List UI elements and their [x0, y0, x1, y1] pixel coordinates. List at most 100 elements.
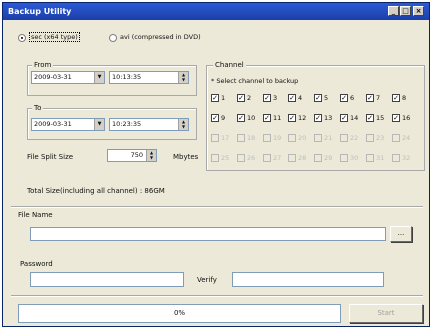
- channel-23-checkbox: [366, 134, 374, 142]
- spin-updown-icon[interactable]: ▲ ▼: [146, 150, 156, 161]
- channel-32-label: 32: [402, 154, 411, 162]
- browse-button[interactable]: ...: [390, 226, 412, 242]
- channel-9-checkbox[interactable]: ✓: [211, 114, 219, 122]
- start-button-label: Start: [377, 309, 395, 317]
- channel-15-checkbox[interactable]: ✓: [366, 114, 374, 122]
- channel-19-label: 19: [273, 134, 282, 142]
- channel-22-label: 22: [350, 134, 359, 142]
- channel-3-label: 3: [273, 94, 278, 102]
- channel-25-label: 25: [221, 154, 230, 162]
- from-time-field[interactable]: 10:13:35 ▲ ▼: [109, 71, 189, 84]
- file-split-size-field[interactable]: 750 ▲ ▼: [107, 149, 157, 162]
- channel-26-label: 26: [247, 154, 256, 162]
- chevron-down-icon[interactable]: ▼: [94, 119, 104, 130]
- channel-30-checkbox: [340, 154, 348, 162]
- verify-input[interactable]: [232, 272, 384, 287]
- channel-hint: * Select channel to backup: [211, 77, 299, 85]
- browse-button-label: ...: [397, 229, 405, 237]
- channel-18-checkbox: [237, 134, 245, 142]
- channel-27-label: 27: [273, 154, 282, 162]
- channel-10-checkbox[interactable]: ✓: [237, 114, 245, 122]
- channel-17-label: 17: [221, 134, 230, 142]
- channel-16-label: 16: [402, 114, 411, 122]
- to-date-picker[interactable]: 2009-03-31 ▼: [31, 118, 105, 131]
- backup-utility-window: Backup Utility _ □ × sec (x64 type) avi …: [2, 2, 430, 327]
- separator: [11, 295, 423, 297]
- channel-4-label: 4: [298, 94, 303, 102]
- channel-29-label: 29: [324, 154, 333, 162]
- channel-21-label: 21: [324, 134, 333, 142]
- password-label: Password: [20, 260, 53, 268]
- format-avi-radio[interactable]: [109, 34, 117, 42]
- channel-8-checkbox[interactable]: ✓: [392, 94, 400, 102]
- to-time-value: 10:23:35: [112, 120, 142, 128]
- channel-12-checkbox[interactable]: ✓: [288, 114, 296, 122]
- channel-18-label: 18: [247, 134, 256, 142]
- channel-10-label: 10: [247, 114, 256, 122]
- channel-32-checkbox: [392, 154, 400, 162]
- to-label: To: [32, 104, 44, 112]
- channel-15-label: 15: [376, 114, 385, 122]
- maximize-button[interactable]: □: [400, 6, 411, 16]
- channel-3-checkbox[interactable]: ✓: [263, 94, 271, 102]
- verify-label: Verify: [197, 276, 217, 284]
- spin-updown-icon[interactable]: ▲ ▼: [178, 119, 188, 130]
- password-input[interactable]: [30, 272, 184, 287]
- from-date-value: 2009-03-31: [34, 73, 72, 81]
- channel-12-label: 12: [298, 114, 307, 122]
- total-size-text: Total Size(including all channel) : 86GM: [27, 187, 165, 195]
- channel-19-checkbox: [263, 134, 271, 142]
- file-split-size-unit: Mbytes: [173, 153, 199, 161]
- to-date-value: 2009-03-31: [34, 120, 72, 128]
- from-date-picker[interactable]: 2009-03-31 ▼: [31, 71, 105, 84]
- channel-25-checkbox: [211, 154, 219, 162]
- window-title: Backup Utility: [8, 7, 72, 16]
- format-sec-radio[interactable]: [18, 34, 26, 42]
- channel-20-label: 20: [298, 134, 307, 142]
- channel-11-label: 11: [273, 114, 282, 122]
- channel-6-label: 6: [350, 94, 355, 102]
- channel-17-checkbox: [211, 134, 219, 142]
- channel-24-checkbox: [392, 134, 400, 142]
- format-sec-label: sec (x64 type): [29, 32, 80, 42]
- channel-title: Channel: [213, 61, 246, 69]
- channel-1-label: 1: [221, 94, 226, 102]
- channel-2-label: 2: [247, 94, 252, 102]
- channel-31-label: 31: [376, 154, 385, 162]
- progress-bar: 0%: [18, 304, 341, 323]
- channel-6-checkbox[interactable]: ✓: [340, 94, 348, 102]
- channel-21-checkbox: [314, 134, 322, 142]
- channel-14-checkbox[interactable]: ✓: [340, 114, 348, 122]
- channel-7-checkbox[interactable]: ✓: [366, 94, 374, 102]
- spin-updown-icon[interactable]: ▲ ▼: [178, 72, 188, 83]
- channel-13-checkbox[interactable]: ✓: [314, 114, 322, 122]
- channel-5-checkbox[interactable]: ✓: [314, 94, 322, 102]
- channel-5-label: 5: [324, 94, 329, 102]
- channel-29-checkbox: [314, 154, 322, 162]
- to-time-field[interactable]: 10:23:35 ▲ ▼: [109, 118, 189, 131]
- channel-31-checkbox: [366, 154, 374, 162]
- channel-26-checkbox: [237, 154, 245, 162]
- separator: [11, 206, 423, 208]
- channel-1-checkbox[interactable]: ✓: [211, 94, 219, 102]
- channel-28-label: 28: [298, 154, 307, 162]
- channel-9-label: 9: [221, 114, 226, 122]
- channel-8-label: 8: [402, 94, 407, 102]
- minimize-button[interactable]: _: [388, 6, 399, 16]
- channel-23-label: 23: [376, 134, 385, 142]
- channel-16-checkbox[interactable]: ✓: [392, 114, 400, 122]
- channel-7-label: 7: [376, 94, 381, 102]
- channel-2-checkbox[interactable]: ✓: [237, 94, 245, 102]
- start-button[interactable]: Start: [349, 304, 423, 323]
- title-bar: Backup Utility _ □ ×: [3, 3, 429, 20]
- channel-27-checkbox: [263, 154, 271, 162]
- channel-30-label: 30: [350, 154, 359, 162]
- close-button[interactable]: ×: [413, 6, 424, 16]
- file-name-input[interactable]: [30, 227, 386, 241]
- chevron-down-icon[interactable]: ▼: [94, 72, 104, 83]
- channel-13-label: 13: [324, 114, 333, 122]
- channel-11-checkbox[interactable]: ✓: [263, 114, 271, 122]
- channel-24-label: 24: [402, 134, 411, 142]
- channel-4-checkbox[interactable]: ✓: [288, 94, 296, 102]
- file-split-size-value: 750: [130, 151, 143, 159]
